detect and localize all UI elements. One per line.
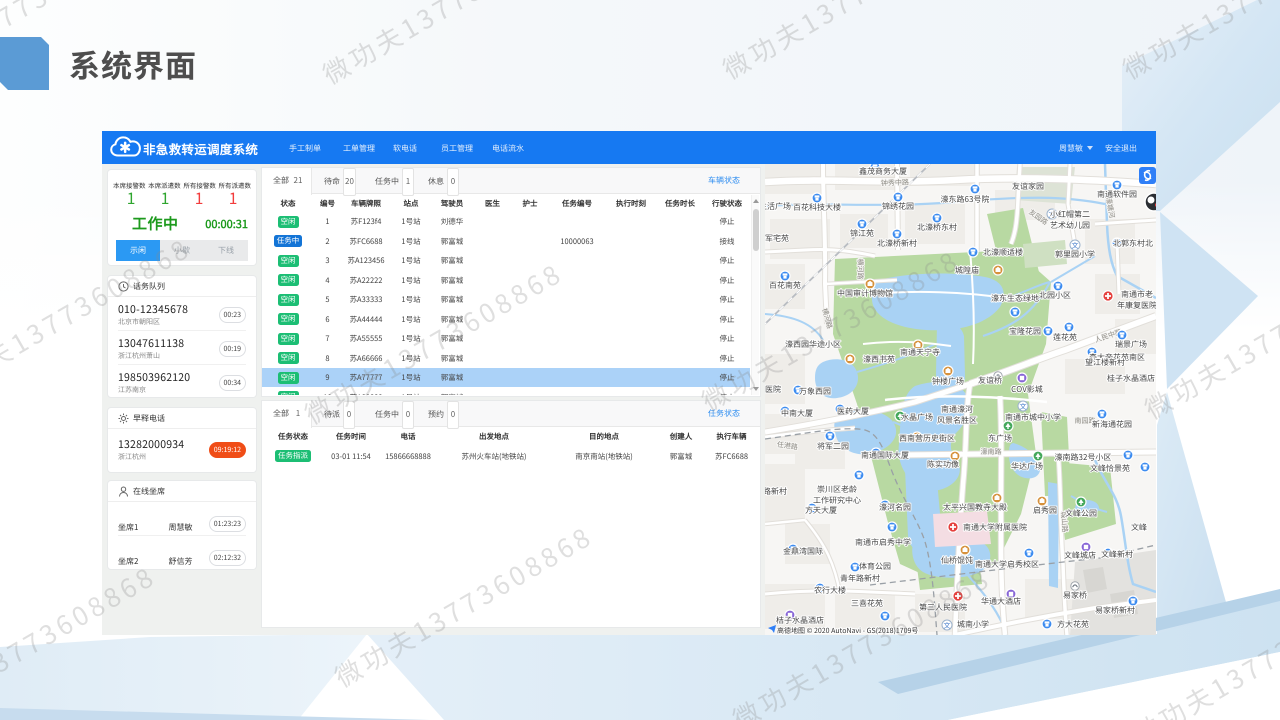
svg-text:文峰公园: 文峰公园	[1065, 508, 1097, 519]
svg-text:锦绣花园: 锦绣花园	[882, 201, 914, 212]
svg-text:东广场: 东广场	[988, 433, 1012, 444]
svg-text:方天大厦: 方天大厦	[805, 505, 837, 516]
svg-text:南通天宁寺: 南通天宁寺	[900, 347, 940, 358]
svg-text:横河路: 横河路	[855, 259, 865, 280]
svg-text:青年路新村: 青年路新村	[840, 573, 880, 584]
svg-text:百花南苑: 百花南苑	[769, 280, 801, 291]
svg-text:方大花苑: 方大花苑	[1057, 619, 1089, 630]
svg-text:三喜花苑: 三喜花苑	[851, 598, 883, 609]
svg-text:年康复医院: 年康复医院	[1117, 300, 1156, 311]
svg-text:华达广场: 华达广场	[1011, 461, 1043, 472]
svg-text:濠西园华途小区: 濠西园华途小区	[785, 339, 841, 350]
svg-text:桂子水晶酒店: 桂子水晶酒店	[1107, 373, 1155, 384]
svg-text:建路新村: 建路新村	[765, 486, 787, 497]
svg-text:濠河名园: 濠河名园	[879, 502, 911, 513]
svg-text:文峰: 文峰	[1131, 522, 1147, 533]
svg-text:华通大酒店: 华通大酒店	[981, 596, 1021, 607]
svg-text:钟秀中路: 钟秀中路	[881, 178, 909, 189]
svg-text:宝隆花园: 宝隆花园	[1009, 326, 1041, 337]
svg-text:锦江苑: 锦江苑	[850, 228, 874, 239]
svg-text:小红帽第二: 小红帽第二	[1050, 209, 1090, 220]
svg-text:郭里园小学: 郭里园小学	[1055, 249, 1095, 260]
svg-text:高德地图 © 2020 AutoNavi - GS(2018: 高德地图 © 2020 AutoNavi - GS(2018)1709号	[777, 626, 918, 635]
svg-text:北濠顺适楼: 北濠顺适楼	[983, 247, 1023, 258]
svg-text:北郭东村北: 北郭东村北	[1113, 238, 1153, 249]
svg-text:城南小学: 城南小学	[957, 619, 989, 630]
svg-text:南通市启秀中学: 南通市启秀中学	[855, 537, 911, 548]
svg-text:濠东生态绿地: 濠东生态绿地	[991, 293, 1039, 304]
svg-text:文峰新村: 文峰新村	[1101, 549, 1133, 560]
svg-text:桔子水晶酒店: 桔子水晶酒店	[776, 615, 824, 626]
svg-text:新海通花园: 新海通花园	[1092, 419, 1132, 430]
svg-text:南通濠河: 南通濠河	[941, 404, 973, 415]
svg-text:北濠桥东村: 北濠桥东村	[917, 222, 957, 233]
svg-text:文峰恰景苑: 文峰恰景苑	[1090, 463, 1130, 474]
svg-text:濠南路: 濠南路	[981, 447, 1002, 457]
svg-text:濠西书苑: 濠西书苑	[863, 354, 895, 365]
svg-text:南通市城中小学: 南通市城中小学	[1005, 412, 1061, 423]
svg-text:农行大楼: 农行大楼	[814, 585, 846, 596]
svg-text:南通大学启秀校区: 南通大学启秀校区	[975, 559, 1039, 570]
svg-text:医药大厦: 医药大厦	[837, 406, 869, 417]
svg-text:易家桥: 易家桥	[1063, 590, 1087, 601]
svg-text:万象西园: 万象西园	[799, 386, 831, 397]
svg-text:友谊家园: 友谊家园	[1012, 181, 1044, 192]
svg-text:莲花苑: 莲花苑	[1053, 332, 1077, 343]
svg-text:中国审计博物馆: 中国审计博物馆	[837, 288, 893, 299]
svg-text:文峰城店: 文峰城店	[1064, 550, 1096, 561]
svg-text:城隍庙: 城隍庙	[955, 265, 979, 276]
svg-text:西南营历史街区: 西南营历史街区	[899, 433, 955, 444]
svg-text:花军宅苑: 花军宅苑	[765, 233, 789, 244]
svg-text:第三人民医院: 第三人民医院	[919, 602, 967, 613]
svg-text:中南大厦: 中南大厦	[781, 408, 813, 419]
svg-text:水晶广场: 水晶广场	[901, 412, 933, 423]
svg-text:生活广场: 生活广场	[765, 201, 791, 212]
svg-text:钟楼广场: 钟楼广场	[932, 376, 964, 387]
svg-text:启秀园: 启秀园	[1033, 505, 1057, 516]
svg-text:北濠桥新村: 北濠桥新村	[877, 238, 917, 249]
svg-text:南通软件园: 南通软件园	[1097, 189, 1137, 200]
svg-text:南通市老: 南通市老	[1121, 289, 1153, 300]
svg-text:濠南路32号小区: 濠南路32号小区	[1055, 452, 1112, 463]
svg-text:百花科技大楼: 百花科技大楼	[793, 202, 841, 213]
svg-text:南通大学附属医院: 南通大学附属医院	[963, 522, 1027, 533]
svg-text:风景名胜区: 风景名胜区	[937, 415, 977, 426]
svg-text:濠东路63号院: 濠东路63号院	[941, 194, 990, 205]
svg-text:陈实功像: 陈实功像	[927, 459, 959, 470]
svg-text:望江楼新村: 望江楼新村	[1085, 357, 1125, 368]
svg-text:太平兴国教寺大殿: 太平兴国教寺大殿	[943, 502, 1007, 513]
svg-text:医院: 医院	[765, 384, 781, 395]
svg-text:金鼎湾国际: 金鼎湾国际	[783, 546, 823, 557]
svg-text:仙桥馄饨: 仙桥馄饨	[941, 555, 973, 566]
svg-text:COV影城: COV影城	[1011, 384, 1043, 395]
svg-text:北园小区: 北园小区	[1039, 290, 1071, 301]
svg-text:瑞景广场: 瑞景广场	[1115, 339, 1147, 350]
svg-text:艺术幼儿园: 艺术幼儿园	[1050, 220, 1090, 231]
svg-text:南通国际大厦: 南通国际大厦	[861, 450, 909, 461]
svg-text:鑫茂商务大厦: 鑫茂商务大厦	[859, 166, 907, 177]
svg-text:易家桥新村: 易家桥新村	[1095, 605, 1135, 616]
svg-text:体育公园: 体育公园	[859, 561, 891, 572]
svg-text:将军二园: 将军二园	[817, 441, 849, 452]
svg-text:友谊桥: 友谊桥	[978, 375, 1002, 386]
svg-text:崇川区老龄: 崇川区老龄	[817, 484, 857, 495]
